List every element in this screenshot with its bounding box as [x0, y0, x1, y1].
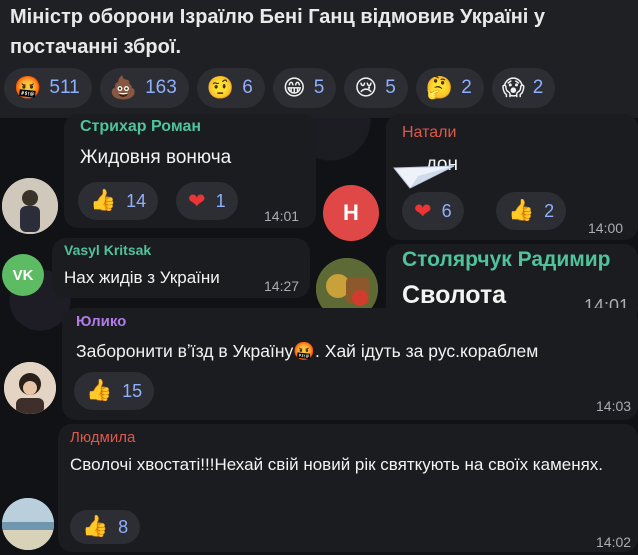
thumbs-up-icon: 👍	[82, 515, 109, 538]
reaction-poop[interactable]: 💩 163	[99, 68, 189, 108]
avatar[interactable]	[4, 362, 56, 414]
reaction-count: 1	[215, 190, 226, 211]
thinking-face-icon: 🤔	[425, 75, 454, 100]
person-photo-icon	[4, 362, 56, 414]
author-name[interactable]: Столярчук Радимир	[402, 248, 611, 272]
reaction-thinking[interactable]: 🤔 2	[415, 68, 484, 108]
message-time: 14:03	[596, 398, 632, 414]
reaction-thumbs-up[interactable]: 👍 15	[74, 372, 155, 410]
author-name[interactable]: Юлико	[76, 313, 126, 330]
reaction-count: 511	[49, 77, 80, 98]
heart-icon: ❤	[188, 189, 206, 213]
avatar[interactable]: Н	[323, 185, 379, 241]
person-photo-icon	[2, 178, 58, 234]
poop-icon: 💩	[109, 75, 138, 100]
avatar[interactable]: VK	[2, 254, 44, 296]
reaction-thumbs-up[interactable]: 👍 8	[70, 510, 141, 544]
reaction-count: 6	[441, 200, 452, 221]
avatar-letter: VK	[12, 266, 34, 284]
message-text: Заборонити вʼїзд в Україну🤬. Хай ідуть з…	[76, 341, 539, 361]
author-name[interactable]: Vasyl Kritsak	[64, 242, 151, 258]
landscape-photo-icon	[2, 498, 54, 550]
crying-face-icon: 😢	[354, 75, 378, 100]
post-reactions: 🤬 511 💩 163 🤨 6 😁 5 😢 5 🤔 2 😱 2	[4, 68, 556, 110]
reaction-count: 2	[532, 77, 544, 98]
message-text: Сволота	[402, 281, 507, 309]
message-text: Нах жидів з України	[64, 268, 220, 287]
message-time: 14:27	[264, 278, 300, 294]
grinning-face-icon: 😁	[282, 75, 306, 100]
raised-eyebrow-face-icon: 🤨	[206, 75, 235, 100]
post-text: Міністр оборони Ізраїлю Бені Ганц відмов…	[10, 6, 546, 58]
message-text: Сволочі хвостаті!!!Нехай свій новий рік …	[70, 455, 604, 474]
message-bubble[interactable]	[58, 424, 638, 552]
reaction-count: 5	[313, 77, 325, 98]
reaction-thumbs-up[interactable]: 👍 14	[78, 182, 159, 220]
avatar[interactable]	[2, 498, 54, 550]
screaming-face-icon: 😱	[501, 75, 525, 100]
reaction-count: 8	[118, 516, 129, 537]
reaction-angry[interactable]: 🤬 511	[4, 68, 92, 108]
reaction-scream[interactable]: 😱 2	[491, 68, 556, 108]
reaction-thumbs-up[interactable]: 👍 2	[496, 192, 567, 230]
message-time: 14:00	[588, 220, 624, 236]
thumbs-up-icon: 👍	[508, 199, 535, 222]
reaction-heart[interactable]: ❤ 6	[402, 192, 464, 230]
reaction-heart[interactable]: ❤ 1	[176, 182, 238, 220]
thumbs-up-icon: 👍	[90, 189, 117, 212]
channel-post: Міністр оборони Ізраїлю Бені Ганц відмов…	[0, 0, 638, 118]
reaction-eyebrow[interactable]: 🤨 6	[196, 68, 265, 108]
reaction-count: 2	[461, 77, 472, 98]
avatar-letter: Н	[343, 200, 359, 225]
reaction-count: 6	[242, 77, 253, 98]
reaction-count: 2	[544, 200, 555, 221]
author-name[interactable]: Людмила	[70, 429, 135, 446]
angry-face-icon: 🤬	[14, 75, 42, 100]
message-time: 14:01	[264, 208, 300, 224]
reaction-count: 15	[122, 380, 143, 401]
reaction-grin[interactable]: 😁 5	[272, 68, 337, 108]
reaction-count: 5	[385, 77, 396, 98]
reaction-count: 163	[145, 77, 177, 98]
message-time: 14:02	[596, 534, 632, 550]
paper-plane-icon	[392, 165, 455, 189]
reaction-count: 14	[126, 190, 147, 211]
author-name[interactable]: Натали	[402, 124, 456, 142]
avatar[interactable]	[2, 178, 58, 234]
thumbs-up-icon: 👍	[86, 379, 113, 402]
reaction-cry[interactable]: 😢 5	[344, 68, 408, 108]
message-text: Жидовня вонюча	[80, 147, 232, 168]
author-name[interactable]: Стрихар Роман	[80, 118, 201, 136]
heart-icon: ❤	[414, 199, 432, 223]
